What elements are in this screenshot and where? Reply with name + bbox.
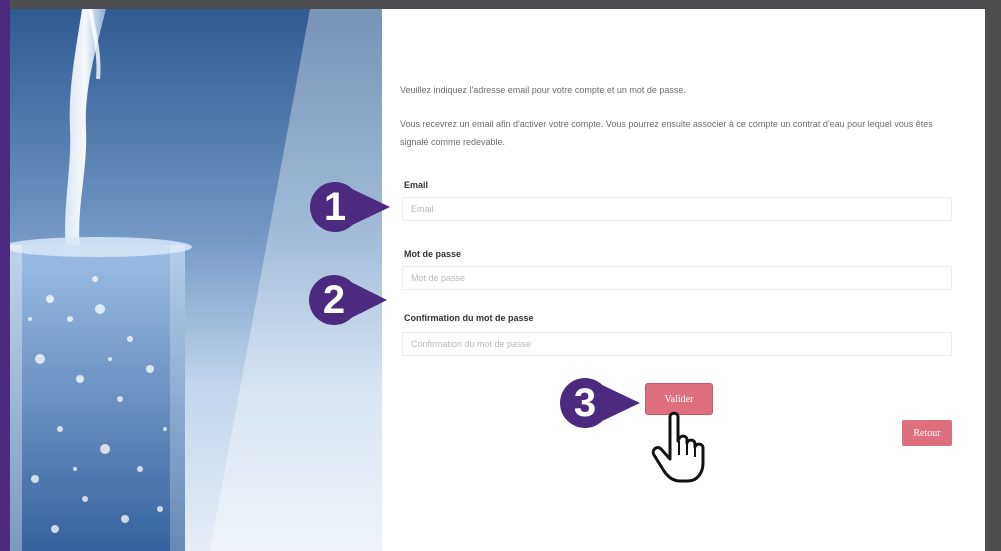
registration-panel: Veuillez indiquez l'adresse email pour v… <box>382 9 985 551</box>
callout-1: 1 <box>310 182 410 232</box>
purple-border-strip <box>0 0 10 551</box>
callout-1-number: 1 <box>323 185 347 229</box>
password-field[interactable] <box>402 266 952 290</box>
confirm-password-field[interactable] <box>402 332 952 356</box>
callout-2: 2 <box>309 275 409 325</box>
intro-text: Veuillez indiquez l'adresse email pour v… <box>400 85 686 95</box>
password-label: Mot de passe <box>404 249 462 259</box>
callout-3-number: 3 <box>573 381 597 425</box>
intro-text-details: Vous recevrez un email afin d'activer vo… <box>400 119 933 147</box>
callout-2-number: 2 <box>322 278 346 322</box>
frame-right <box>985 9 1001 551</box>
email-field[interactable] <box>402 197 952 221</box>
callout-3: 3 <box>560 378 660 428</box>
confirm-password-label: Confirmation du mot de passe <box>404 313 534 323</box>
frame-top <box>10 0 1001 9</box>
back-button[interactable]: Retour <box>902 420 952 446</box>
